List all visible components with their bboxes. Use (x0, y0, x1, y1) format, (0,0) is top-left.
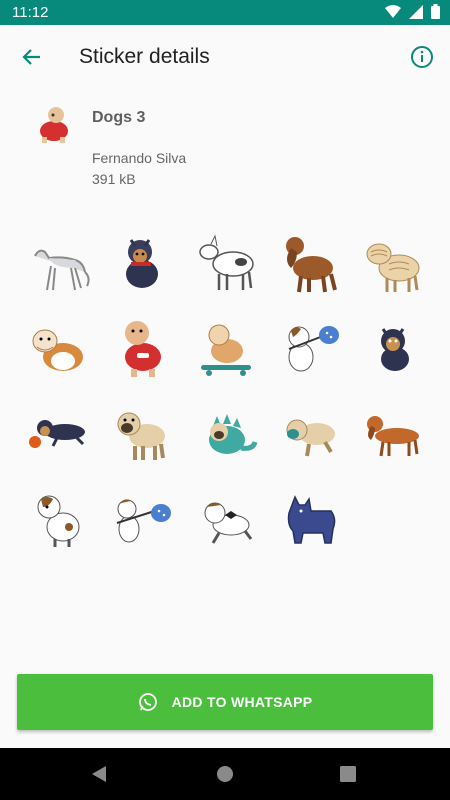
page-title: Sticker details (79, 45, 210, 68)
sticker-yorkie-red-collar[interactable] (100, 220, 184, 305)
sticker-jack-russell-bindle-2[interactable] (100, 475, 184, 560)
pack-name: Dogs 3 (92, 109, 146, 126)
sticker-grid (16, 220, 436, 560)
back-button[interactable] (14, 39, 50, 75)
add-to-whatsapp-button[interactable]: ADD TO WHATSAPP (17, 674, 433, 730)
nav-recent-apps-icon[interactable] (340, 766, 356, 782)
pack-publisher: Fernando Silva (92, 150, 187, 166)
pack-tray-icon (32, 103, 76, 147)
arrow-back-icon (22, 49, 40, 65)
nav-back-icon[interactable] (90, 764, 108, 784)
sticker-pug-standing[interactable] (100, 390, 184, 475)
battery-icon (431, 4, 440, 19)
sticker-bull-terrier[interactable] (184, 220, 268, 305)
sticker-bulldog-skateboard[interactable] (184, 305, 268, 390)
app-bar: Sticker details (0, 25, 450, 89)
sticker-bulldog-red-sweater[interactable] (100, 305, 184, 390)
sticker-jack-russell-sitting[interactable] (16, 475, 100, 560)
sticker-pug-with-toy[interactable] (268, 390, 352, 475)
sticker-shar-pei[interactable] (352, 220, 436, 305)
add-to-whatsapp-label: ADD TO WHATSAPP (171, 694, 313, 710)
info-icon (411, 46, 433, 68)
wifi-icon (385, 4, 401, 18)
signal-icon (409, 4, 423, 19)
sticker-dachshund[interactable] (352, 390, 436, 475)
whatsapp-icon (138, 693, 157, 711)
nav-home-icon[interactable] (215, 764, 235, 784)
sticker-yorkie-ball[interactable] (16, 390, 100, 475)
info-button[interactable] (406, 41, 438, 73)
sticker-jack-russell-bow-tie[interactable] (184, 475, 268, 560)
sticker-pug-dinosaur-costume[interactable] (184, 390, 268, 475)
status-time: 11:12 (12, 4, 49, 21)
sticker-cocker-spaniel[interactable] (268, 220, 352, 305)
navigation-bar (0, 748, 450, 800)
sticker-greyhound[interactable] (16, 220, 100, 305)
sticker-scottish-terrier[interactable] (268, 475, 352, 560)
sticker-jack-russell-bindle[interactable] (268, 305, 352, 390)
status-icons (385, 4, 440, 19)
pack-size: 391 kB (92, 171, 136, 187)
sticker-bulldog-sitting[interactable] (16, 305, 100, 390)
sticker-yorkie-sitting[interactable] (352, 305, 436, 390)
status-bar: 11:12 (0, 0, 450, 25)
